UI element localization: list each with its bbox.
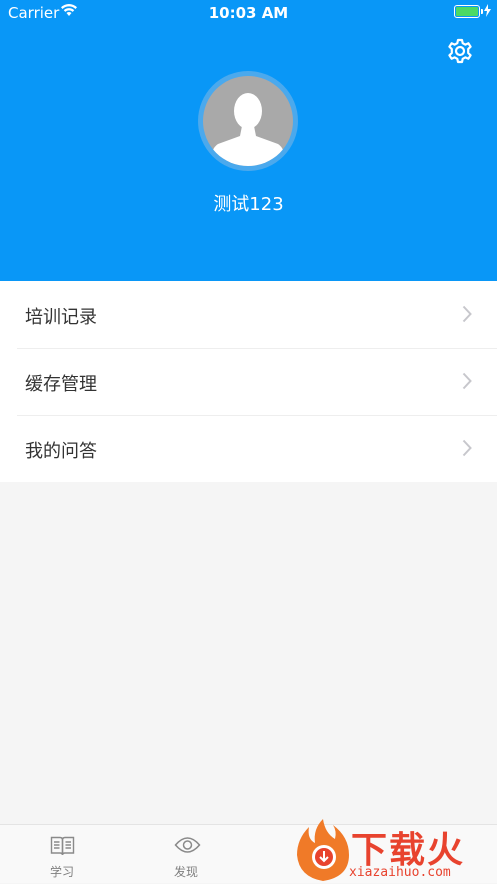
default-user-icon xyxy=(209,93,287,166)
username: 测试123 xyxy=(213,194,284,215)
tab-discover[interactable]: 发现 xyxy=(124,825,248,884)
menu-item-label: 培训记录 xyxy=(25,307,97,328)
battery-icon xyxy=(454,5,480,18)
tab-study[interactable]: 学习 xyxy=(0,825,124,884)
clock: 10:03 AM xyxy=(208,4,289,22)
chevron-right-icon xyxy=(462,305,472,323)
watermark-site: xiazaihuo.com xyxy=(349,865,451,880)
watermark-logo: 下载火 xiazaihuo.com xyxy=(293,817,493,883)
avatar[interactable] xyxy=(198,71,298,171)
menu-item-training-records[interactable]: 培训记录 xyxy=(0,281,497,348)
flame-logo-icon xyxy=(297,819,349,881)
tab-label: 发现 xyxy=(173,865,198,879)
eye-icon xyxy=(174,837,201,853)
menu-item-label: 我的问答 xyxy=(25,441,97,462)
menu-item-cache-management[interactable]: 缓存管理 xyxy=(0,348,497,415)
menu-list: 培训记录 缓存管理 我的问答 xyxy=(0,281,497,482)
status-bar: Carrier 10:03 AM xyxy=(0,0,497,26)
book-icon xyxy=(50,836,75,856)
settings-gear-icon[interactable] xyxy=(446,37,474,65)
chevron-right-icon xyxy=(462,439,472,457)
tab-label: 学习 xyxy=(49,865,74,879)
chevron-right-icon xyxy=(462,372,472,390)
profile-header: Carrier 10:03 AM 测试123 xyxy=(0,0,497,281)
menu-item-my-qa[interactable]: 我的问答 xyxy=(0,415,497,482)
menu-item-label: 缓存管理 xyxy=(25,374,97,395)
charging-icon xyxy=(484,4,491,17)
